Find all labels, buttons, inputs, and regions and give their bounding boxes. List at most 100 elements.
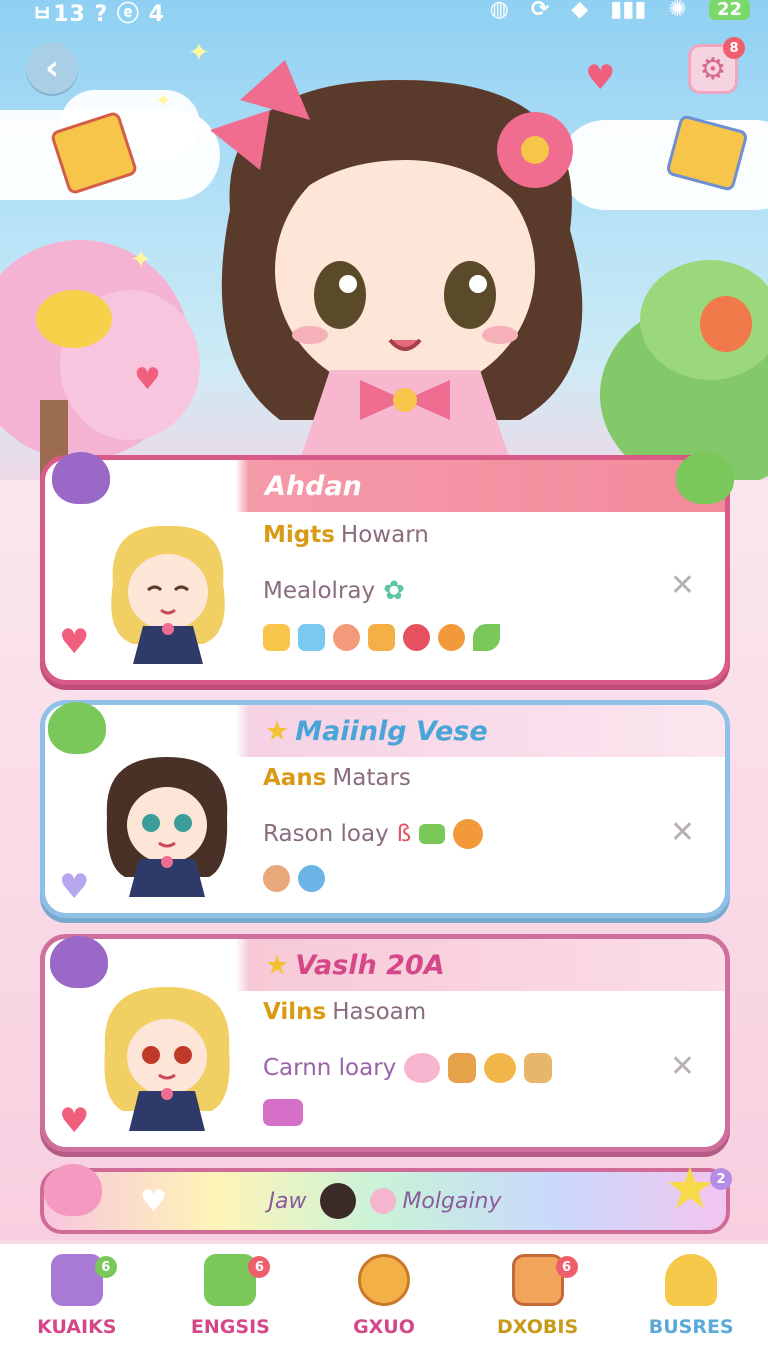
card-skill-row: Mealolray ✿ [263, 576, 405, 606]
settings-badge: 8 [723, 37, 745, 59]
ticket-item-icon [263, 624, 290, 651]
smile-face-icon [357, 1254, 410, 1306]
settings-button[interactable]: ⚙ 8 [688, 37, 745, 94]
card-title: Maiinlg Vese [295, 715, 488, 747]
tab-kuaiks[interactable]: 6 KUAIKS [7, 1244, 147, 1338]
chevron-left-icon: ‹ [44, 48, 59, 88]
character-avatar [106, 757, 228, 897]
cookie-item-icon [263, 865, 290, 892]
leaf-icon [419, 824, 446, 844]
close-icon[interactable]: ✕ [670, 1049, 695, 1084]
tab-badge: 6 [94, 1256, 117, 1278]
status-time: ㅂ13 ? ⓔ 4 [32, 2, 165, 27]
heart-icon[interactable]: ♥ [59, 622, 89, 662]
back-button[interactable]: ‹ [26, 42, 78, 94]
orange-creature-icon [700, 296, 752, 352]
card-stat-row: Migts Howarn [263, 522, 429, 548]
tab-dxobis[interactable]: 6 DXOBIS [468, 1244, 608, 1338]
calendar-icon [511, 1254, 564, 1306]
purple-pet-icon [52, 452, 110, 504]
flower-item-icon [333, 624, 360, 651]
jar-item-icon [448, 1053, 477, 1083]
wand-item-icon [263, 1099, 303, 1126]
heart-icon: ♥ [140, 1183, 167, 1219]
purple-pet-icon [50, 936, 108, 988]
tab-badge: 6 [555, 1256, 578, 1278]
sparkle-icon: ✦ [155, 88, 172, 112]
character-card[interactable]: ★ Vaslh 20A Vilns Hasoam Carnn loary ✕ ♥ [40, 934, 730, 1152]
card-stat-row: Aans Matars [263, 765, 411, 791]
heart-item-icon [404, 1053, 441, 1083]
candy-item-icon [403, 624, 430, 651]
green-pet-icon [48, 702, 106, 754]
chick-creature-icon [36, 290, 112, 348]
smile-item-icon [438, 624, 465, 651]
banner-left-text: Jaw [268, 1188, 307, 1214]
tab-label: KUAIKS [37, 1316, 117, 1338]
item-icons [263, 865, 325, 892]
tab-badge: 6 [248, 1256, 271, 1278]
heart-icon[interactable]: ♥ [59, 1101, 89, 1141]
pink-cat-icon [44, 1164, 102, 1216]
orange-ball-icon [453, 819, 484, 849]
flower-icon: ✿ [383, 576, 405, 606]
card-title: Ahdan [265, 470, 362, 502]
sparkle-icon: ✦ [130, 245, 152, 275]
stat-value: Howarn [340, 522, 429, 548]
tab-engsis[interactable]: 6 ENGSIS [160, 1244, 300, 1338]
bottom-tab-bar: 6 KUAIKS 6 ENGSIS GXUO 6 DXOBIS BUSRES [0, 1242, 768, 1346]
skill-label: Carnn loary [263, 1055, 397, 1081]
hat-creature-icon [665, 1254, 718, 1306]
heart-icon[interactable]: ♥ [59, 867, 89, 907]
star-icon: ★ [664, 1154, 716, 1222]
card-item-icon [298, 624, 325, 651]
hero-character-illustration [210, 60, 583, 460]
tab-label: BUSRES [648, 1316, 734, 1338]
stat-key: Aans [263, 765, 327, 791]
gear-icon: ⚙ [699, 51, 727, 87]
candy-item-icon [484, 1053, 517, 1083]
close-icon[interactable]: ✕ [670, 568, 695, 603]
tab-label: DXOBIS [497, 1316, 579, 1338]
character-avatar [104, 987, 230, 1131]
signal-icon: ▮▮▮ [610, 0, 647, 22]
card-header: Ahdan [45, 460, 725, 512]
card-stat-row: Vilns Hasoam [263, 999, 426, 1025]
character-card[interactable]: ★ Maiinlg Vese Aans Matars Rason loay ß ✕… [40, 700, 730, 918]
character-card[interactable]: Ahdan Migts Howarn Mealolray ✿ ✕ ♥ [40, 455, 730, 685]
stat-key: Vilns [263, 999, 327, 1025]
sync-icon: ⟳ [530, 0, 550, 22]
tab-gxuo[interactable]: GXUO [314, 1244, 454, 1338]
item-icons [263, 1099, 303, 1126]
stat-value: Matars [332, 765, 411, 791]
location-icon: ◍ [489, 0, 509, 22]
wifi-icon: ◆ [571, 0, 589, 22]
star-icon: ★ [265, 715, 290, 747]
tab-busres[interactable]: BUSRES [621, 1244, 761, 1338]
close-icon[interactable]: ✕ [670, 815, 695, 850]
status-bar: ㅂ13 ? ⓔ 4 ◍ ⟳ ◆ ▮▮▮ ✺ 22 [0, 0, 768, 27]
event-banner[interactable]: ♥ Jaw Molgainy [40, 1168, 730, 1234]
item-icons [263, 624, 500, 651]
tab-label: ENGSIS [190, 1316, 270, 1338]
ribbon-icon: ß [396, 821, 412, 847]
stat-value: Hasoam [332, 999, 427, 1025]
leaf-item-icon [473, 624, 500, 651]
swirl-item-icon [298, 865, 325, 892]
character-avatar [111, 525, 225, 664]
skill-label: Rason loay [263, 821, 389, 847]
green-pet-icon [676, 452, 734, 504]
tab-label: GXUO [353, 1316, 415, 1338]
battery-indicator: 22 [708, 0, 750, 20]
banner-right-text: Molgainy [402, 1188, 502, 1214]
card-skill-row: Carnn loary [263, 1053, 553, 1083]
heart-icon: ♥ [134, 362, 161, 397]
banner-badge: 2 [710, 1168, 732, 1190]
card-skill-row: Rason loay ß [263, 819, 484, 849]
card-title: Vaslh 20A [295, 949, 445, 981]
star-icon: ★ [265, 949, 290, 981]
cup-item-icon [524, 1053, 553, 1083]
stamp-item-icon [368, 624, 395, 651]
black-cat-icon [320, 1183, 357, 1219]
pink-ball-icon [370, 1188, 397, 1214]
